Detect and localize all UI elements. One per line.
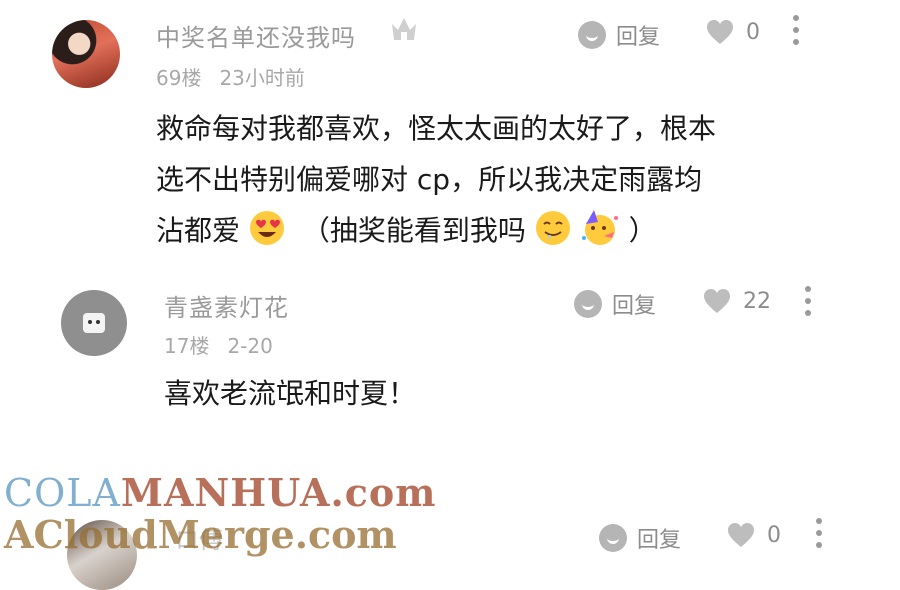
like-count: 22 xyxy=(743,288,771,314)
heart-icon xyxy=(707,20,733,44)
watermark: COLAMANHUA.com xyxy=(4,470,437,515)
reply-icon xyxy=(574,290,602,318)
like-button[interactable]: 0 xyxy=(706,19,760,45)
more-options-icon[interactable] xyxy=(805,286,811,316)
reply-label: 回复 xyxy=(637,528,682,553)
reply-button[interactable]: 回复 xyxy=(599,522,681,554)
like-count: 0 xyxy=(746,19,760,45)
reply-label: 回复 xyxy=(612,294,657,319)
watermark: ACloudMerge.com xyxy=(4,512,397,557)
floor-number: 69楼 xyxy=(156,66,202,90)
like-button[interactable]: 0 xyxy=(727,522,781,548)
comment-meta: 69楼 23小时前 xyxy=(156,62,305,91)
reply-label: 回复 xyxy=(616,25,661,50)
more-options-icon[interactable] xyxy=(816,518,822,548)
crown-icon xyxy=(392,18,416,40)
timestamp: 23小时前 xyxy=(219,66,305,90)
content-line: 沾都爱 （抽奖能看到我吗 ） xyxy=(156,205,836,256)
party-face-emoji xyxy=(581,210,618,245)
content-line: 选不出特别偏爱哪对 cp，所以我决定雨露均 xyxy=(156,163,703,196)
comment-meta: 17楼 2-20 xyxy=(164,330,273,359)
more-options-icon[interactable] xyxy=(793,15,799,45)
comment-content: 喜欢老流氓和时夏！ xyxy=(164,377,417,410)
heart-icon xyxy=(728,523,754,547)
comment-content: 救命每对我都喜欢，怪太太画的太好了，根本 选不出特别偏爱哪对 cp，所以我决定雨… xyxy=(156,103,836,256)
timestamp: 2-20 xyxy=(227,334,273,358)
like-count: 0 xyxy=(767,522,781,548)
reply-button[interactable]: 回复 xyxy=(578,19,660,51)
like-button[interactable]: 22 xyxy=(703,288,771,314)
content-line: 救命每对我都喜欢，怪太太画的太好了，根本 xyxy=(156,112,717,145)
heart-eyes-emoji xyxy=(249,211,284,245)
username[interactable]: 中奖名单还没我吗 xyxy=(156,18,356,53)
reply-button[interactable]: 回复 xyxy=(574,288,656,320)
heart-icon xyxy=(704,289,730,313)
reply-icon xyxy=(578,21,606,49)
reply-icon xyxy=(599,524,627,552)
username[interactable]: 青盏素灯花 xyxy=(164,288,289,323)
avatar[interactable] xyxy=(52,20,120,88)
floor-number: 17楼 xyxy=(164,334,210,358)
avatar[interactable] xyxy=(61,290,127,356)
drooling-emoji xyxy=(535,211,570,245)
